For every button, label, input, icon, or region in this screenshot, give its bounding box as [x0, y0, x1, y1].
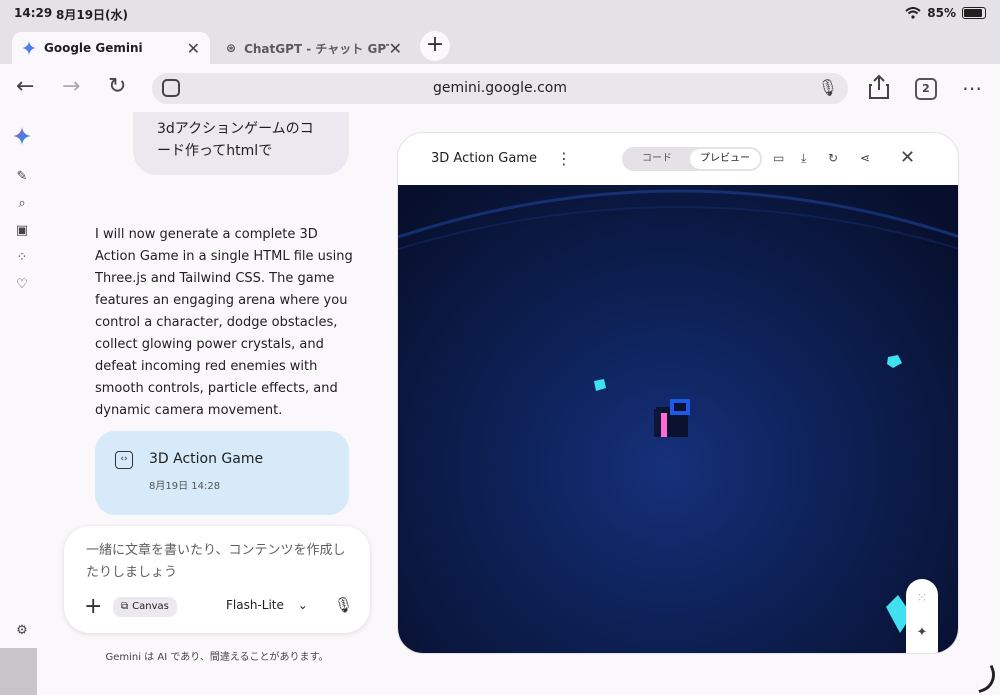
share-icon[interactable]: ⋖: [860, 151, 870, 165]
disclaimer-text: Gemini は AI であり、間違えることがあります。: [105, 652, 329, 663]
tab-strip: Google Gemini ✕ ⊛ ChatGPT - チャット GPT ✕ +: [0, 28, 1000, 64]
user-message-text: 3dアクションゲームのコード作ってhtmlで: [157, 121, 314, 159]
gallery-icon[interactable]: ▣: [14, 223, 30, 239]
canvas-chip-label: Canvas: [132, 601, 169, 612]
prompt-composer[interactable]: 一緒に文章を書いたり、コンテンツを作成したりしましょう + ⧉ Canvas F…: [64, 526, 370, 633]
browser-toolbar: ← → ↻ gemini.google.com 🎙 2 ⋯: [0, 64, 1000, 112]
power-crystal: [594, 379, 606, 391]
new-chat-icon[interactable]: ✎: [14, 169, 30, 185]
new-tab-button[interactable]: +: [420, 31, 450, 61]
more-vert-icon[interactable]: ⋮: [556, 149, 572, 168]
url-text: gemini.google.com: [433, 80, 567, 96]
artifact-card[interactable]: ‹› 3D Action Game 8月19日 14:28: [95, 431, 349, 515]
canvas-title: 3D Action Game: [431, 151, 537, 166]
prompt-placeholder[interactable]: 一緒に文章を書いたり、コンテンツを作成したりしましょう: [86, 540, 346, 584]
power-crystal: [887, 355, 902, 368]
chatgpt-favicon-icon: ⊛: [226, 41, 237, 55]
reload-icon[interactable]: ↻: [108, 74, 126, 99]
refresh-icon[interactable]: ↻: [828, 151, 838, 165]
game-preview-area[interactable]: ⁙ ✦ ⬚: [398, 185, 958, 653]
arena-rim: [398, 189, 958, 239]
tab-preview[interactable]: プレビュー: [690, 149, 760, 169]
player-character: [654, 399, 690, 437]
drag-handle-icon[interactable]: ⁙: [906, 591, 938, 606]
microphone-icon[interactable]: 🎙: [334, 596, 353, 614]
tab-close-icon[interactable]: ✕: [389, 39, 402, 58]
tab-chatgpt[interactable]: ⊛ ChatGPT - チャット GPT ✕: [216, 32, 412, 64]
canvas-header: 3D Action Game ⋮ コード プレビュー ▭ ⤓ ↻ ⋖ ✕: [398, 133, 958, 185]
model-selector[interactable]: Flash-Lite ⌄: [226, 598, 308, 612]
sparkle-icon[interactable]: ✦: [906, 625, 938, 640]
battery-percent: 85%: [927, 6, 956, 20]
settings-gear-icon[interactable]: ⚙: [14, 623, 30, 639]
tab-title: Google Gemini: [44, 41, 143, 55]
tab-title: ChatGPT - チャット GPT: [244, 41, 389, 56]
gemini-favicon-icon: [22, 41, 36, 55]
canvas-chip[interactable]: ⧉ Canvas: [113, 597, 177, 617]
microphone-icon[interactable]: 🎙: [818, 78, 838, 97]
wifi-icon: [905, 7, 921, 19]
more-menu-icon[interactable]: ⋯: [962, 76, 982, 100]
game-scene: [398, 189, 958, 633]
status-right: 85%: [905, 6, 986, 20]
artifact-title: 3D Action Game: [149, 451, 264, 467]
forward-arrow-icon[interactable]: →: [62, 74, 80, 99]
tab-close-icon[interactable]: ✕: [187, 39, 200, 58]
download-icon[interactable]: ⤓: [801, 151, 806, 166]
canvas-icon: ⧉: [121, 601, 129, 612]
user-message-bubble: 3dアクションゲームのコード作ってhtmlで: [133, 112, 349, 175]
battery-fill: [964, 9, 982, 17]
model-response-text: I will now generate a complete 3D Action…: [95, 227, 353, 418]
chevron-down-icon: ⌄: [297, 598, 308, 612]
back-arrow-icon[interactable]: ←: [16, 74, 34, 99]
tab-code[interactable]: コード: [622, 147, 692, 171]
search-icon[interactable]: ⌕: [14, 196, 30, 212]
apps-icon[interactable]: ⁘: [14, 250, 30, 266]
tab-count-button[interactable]: 2: [915, 78, 937, 100]
address-bar[interactable]: gemini.google.com 🎙: [152, 73, 848, 104]
cursor-indicator: [971, 664, 1000, 694]
code-preview-toggle[interactable]: コード プレビュー: [622, 147, 762, 171]
close-panel-icon[interactable]: ✕: [900, 147, 915, 168]
floating-toolbar: ⁙ ✦ ⬚: [906, 579, 938, 653]
canvas-panel: 3D Action Game ⋮ コード プレビュー ▭ ⤓ ↻ ⋖ ✕ ⁙ ✦: [397, 132, 959, 654]
console-icon[interactable]: ▭: [773, 151, 784, 165]
status-time: 14:29: [14, 6, 53, 20]
status-date: 8月19日(水): [56, 8, 129, 22]
model-name: Flash-Lite: [226, 598, 284, 612]
add-attachment-button[interactable]: +: [84, 594, 102, 619]
gemini-logo-icon[interactable]: [13, 127, 31, 145]
artifact-date: 8月19日 14:28: [149, 481, 221, 492]
code-brackets-icon: ‹›: [115, 451, 133, 469]
status-bar: 14:29 8月19日(水) 85%: [0, 0, 1000, 28]
share-icon[interactable]: [868, 74, 890, 100]
gems-icon[interactable]: ♡: [14, 277, 30, 293]
battery-icon: [962, 7, 986, 19]
rail-footer-block: [0, 648, 37, 695]
tab-google-gemini[interactable]: Google Gemini ✕: [12, 32, 210, 64]
